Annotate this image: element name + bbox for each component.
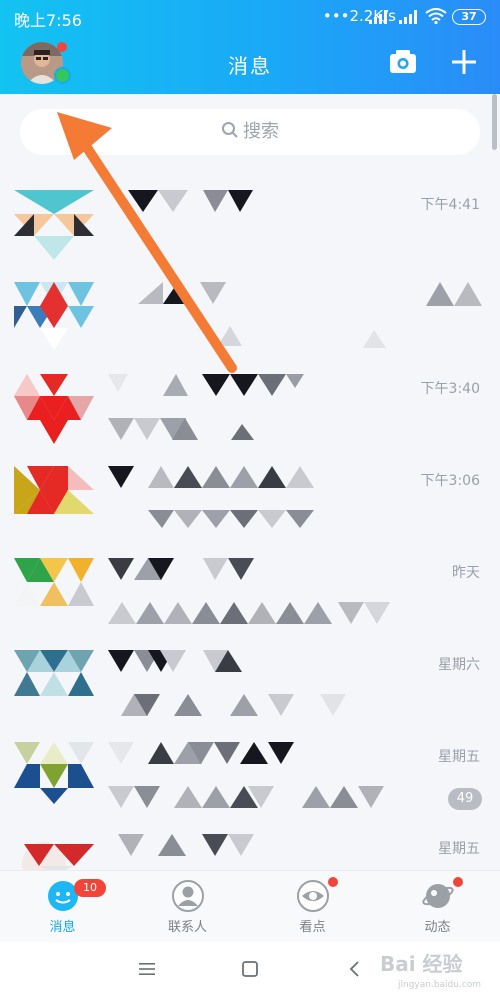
watermark-url: jingyan.baidu.com [398, 980, 482, 990]
contact-name-redacted [108, 466, 314, 488]
tab-label: 联系人 [167, 920, 207, 935]
conversation-item[interactable] [0, 280, 500, 372]
status-bar: 晚上7:56 •••2.2K/s 37 [0, 0, 500, 34]
tab-feeds[interactable]: 动态 [375, 871, 500, 943]
time-redacted [426, 282, 482, 306]
cell-signal-icon [399, 10, 417, 24]
contact-name-redacted [108, 374, 304, 396]
conversation-time: 星期五 [438, 841, 480, 857]
conversation-avatar [14, 466, 94, 514]
watermark-logo: Bai 经验 [380, 952, 463, 976]
battery-indicator: 37 [452, 9, 486, 25]
message-preview-redacted [218, 326, 386, 348]
search-placeholder: 搜索 [243, 121, 279, 142]
conversation-time: 昨天 [452, 565, 480, 581]
camera-icon[interactable] [389, 48, 417, 74]
conversation-item[interactable]: 星期六 [0, 648, 500, 740]
wifi-icon [425, 8, 447, 24]
tab-label: 动态 [424, 920, 451, 935]
search-icon [222, 122, 238, 138]
conversation-avatar [14, 650, 94, 696]
eye-icon [297, 880, 329, 912]
bottom-tab-bar: 10 消息 联系人 看点 动态 [0, 870, 500, 943]
tab-discover[interactable]: 看点 [250, 871, 375, 943]
notification-dot [328, 877, 338, 887]
back-icon[interactable] [346, 960, 364, 978]
conversation-time: 下午3:40 [420, 381, 480, 397]
contact-name-redacted [108, 742, 294, 764]
conversation-item[interactable]: 昨天 [0, 556, 500, 648]
unread-count-badge: 10 [74, 879, 106, 897]
message-preview-redacted [148, 510, 314, 528]
conversation-item[interactable]: 星期五 49 [0, 740, 500, 832]
contact-name-redacted [108, 650, 242, 672]
unread-count-badge: 49 [448, 788, 482, 810]
message-preview-redacted [108, 602, 390, 624]
contact-name-redacted [138, 282, 226, 304]
conversation-time: 下午3:06 [420, 473, 480, 489]
conversation-time: 星期五 [438, 749, 480, 765]
conversation-item[interactable]: 下午3:40 [0, 372, 500, 464]
conversation-item[interactable]: 下午4:41 [0, 188, 500, 280]
tab-messages[interactable]: 10 消息 [0, 871, 125, 943]
contact-name-redacted [128, 190, 253, 212]
cell-signal-icon [369, 10, 387, 24]
conversation-avatar [14, 742, 94, 804]
contacts-icon [172, 880, 204, 912]
tab-label: 看点 [299, 920, 326, 935]
conversation-avatar [14, 374, 94, 444]
contact-name-redacted [118, 834, 254, 856]
message-preview-redacted [108, 786, 384, 808]
plus-icon[interactable] [450, 48, 478, 76]
search-input[interactable]: 搜索 [20, 109, 480, 155]
conversation-time: 下午4:41 [420, 197, 480, 213]
scrollbar[interactable] [492, 94, 497, 150]
message-preview-redacted [108, 418, 254, 440]
conversation-time: 星期六 [438, 657, 480, 673]
page-title: 消息 [228, 54, 272, 78]
menu-icon[interactable] [138, 960, 156, 978]
home-icon[interactable] [241, 960, 259, 978]
contact-name-redacted [108, 558, 254, 580]
notification-dot [453, 877, 463, 887]
message-preview-redacted [121, 694, 346, 716]
conversation-avatar [14, 282, 94, 350]
conversation-item[interactable]: 下午3:06 [0, 464, 500, 556]
conversation-avatar [14, 558, 94, 606]
tab-contacts[interactable]: 联系人 [125, 871, 250, 943]
tab-label: 消息 [49, 920, 76, 935]
conversation-avatar [22, 842, 94, 870]
conversation-item[interactable]: 星期五 [0, 832, 500, 870]
status-time: 晚上7:56 [14, 11, 82, 30]
planet-icon [422, 884, 454, 908]
conversation-list[interactable]: 搜索 下午4:41 下午3:40 下午3:06 昨天 星期六 星期五 49 星期… [0, 94, 500, 870]
header-bar: 晚上7:56 •••2.2K/s 37 消息 [0, 0, 500, 94]
conversation-avatar [14, 190, 94, 260]
